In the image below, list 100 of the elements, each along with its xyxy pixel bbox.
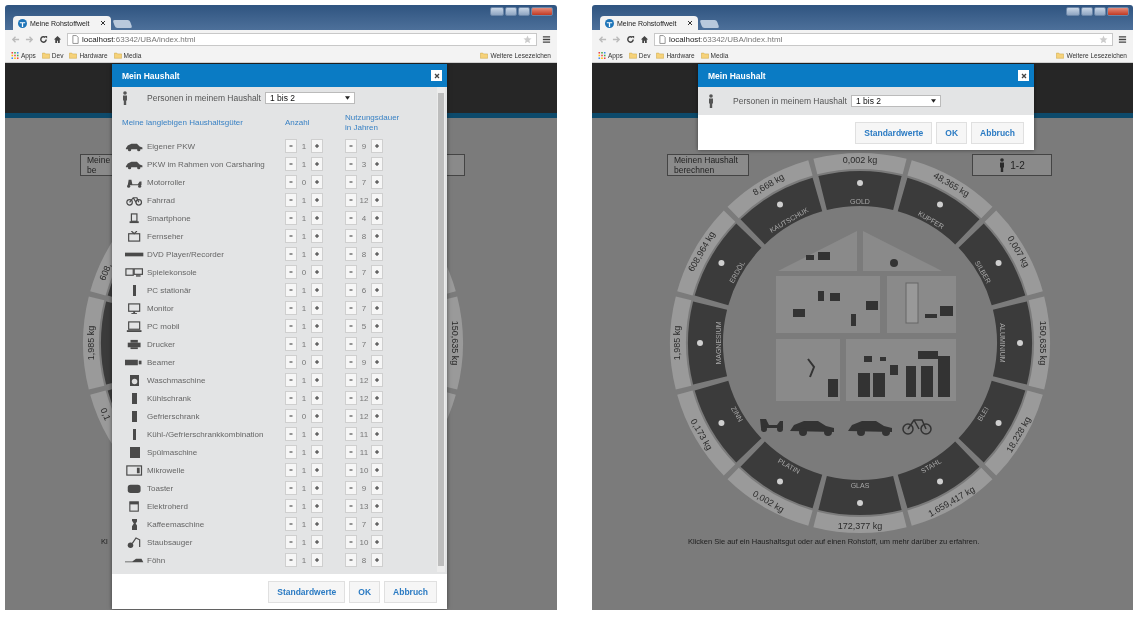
decrement-button[interactable] <box>285 229 297 243</box>
increment-button[interactable] <box>371 409 383 423</box>
increment-button[interactable] <box>311 409 323 423</box>
value-band-segment[interactable] <box>813 153 907 175</box>
material-band-segment[interactable] <box>818 475 902 515</box>
close-icon[interactable] <box>687 20 693 26</box>
decrement-button[interactable] <box>285 247 297 261</box>
decrement-button[interactable] <box>345 157 357 171</box>
increment-button[interactable] <box>311 301 323 315</box>
increment-button[interactable] <box>371 211 383 225</box>
decrement-button[interactable] <box>285 211 297 225</box>
minimize-button[interactable] <box>505 7 517 16</box>
increment-button[interactable] <box>371 499 383 513</box>
room-drawing[interactable] <box>776 276 880 333</box>
increment-button[interactable] <box>311 229 323 243</box>
decrement-button[interactable] <box>345 427 357 441</box>
decrement-button[interactable] <box>345 247 357 261</box>
maximize-button[interactable] <box>1094 7 1106 16</box>
increment-button[interactable] <box>311 175 323 189</box>
maximize-button[interactable] <box>518 7 530 16</box>
new-tab-button[interactable] <box>112 20 133 28</box>
decrement-button[interactable] <box>345 463 357 477</box>
decrement-button[interactable] <box>285 355 297 369</box>
decrement-button[interactable] <box>345 193 357 207</box>
value-band-segment[interactable] <box>83 296 105 390</box>
increment-button[interactable] <box>371 319 383 333</box>
decrement-button[interactable] <box>285 463 297 477</box>
reload-icon[interactable] <box>39 34 48 44</box>
room-drawing[interactable] <box>776 339 840 401</box>
dialog-button[interactable]: Standardwerte <box>268 580 346 603</box>
increment-button[interactable] <box>311 283 323 297</box>
decrement-button[interactable] <box>345 211 357 225</box>
dot-icon[interactable] <box>718 260 725 266</box>
scrollbar[interactable] <box>437 87 445 572</box>
decrement-button[interactable] <box>345 517 357 531</box>
increment-button[interactable] <box>371 265 383 279</box>
roof-drawing[interactable] <box>778 231 942 271</box>
increment-button[interactable] <box>311 535 323 549</box>
decrement-button[interactable] <box>285 283 297 297</box>
material-band-segment[interactable] <box>958 223 1026 306</box>
decrement-button[interactable] <box>285 553 297 567</box>
decrement-button[interactable] <box>345 319 357 333</box>
increment-button[interactable] <box>311 499 323 513</box>
decrement-button[interactable] <box>345 229 357 243</box>
increment-button[interactable] <box>311 373 323 387</box>
increment-button[interactable] <box>371 535 383 549</box>
material-band-segment[interactable] <box>992 301 1032 385</box>
close-button[interactable] <box>1018 70 1029 81</box>
scooter-icon[interactable] <box>760 419 783 432</box>
increment-button[interactable] <box>311 355 323 369</box>
dot-icon[interactable] <box>697 340 703 346</box>
dot-icon[interactable] <box>777 478 783 485</box>
dot-icon[interactable] <box>857 500 863 506</box>
decrement-button[interactable] <box>285 481 297 495</box>
decrement-button[interactable] <box>285 139 297 153</box>
decrement-button[interactable] <box>345 373 357 387</box>
car-icon[interactable] <box>790 421 834 436</box>
increment-button[interactable] <box>311 211 323 225</box>
room-drawing[interactable] <box>846 339 956 401</box>
dot-icon[interactable] <box>718 420 725 426</box>
reload-icon[interactable] <box>626 34 635 44</box>
decrement-button[interactable] <box>345 553 357 567</box>
address-bar[interactable]: localhost:63342/UBA/index.html <box>654 32 1113 46</box>
increment-button[interactable] <box>311 337 323 351</box>
increment-button[interactable] <box>311 445 323 459</box>
calculate-button[interactable]: Meinen Haushalt berechnen <box>667 154 749 176</box>
increment-button[interactable] <box>311 517 323 531</box>
decrement-button[interactable] <box>345 355 357 369</box>
increment-button[interactable] <box>311 247 323 261</box>
dialog-button[interactable]: Standardwerte <box>855 121 933 144</box>
increment-button[interactable] <box>311 139 323 153</box>
increment-button[interactable] <box>371 337 383 351</box>
decrement-button[interactable] <box>285 427 297 441</box>
dot-icon[interactable] <box>937 478 943 485</box>
increment-button[interactable] <box>371 283 383 297</box>
profile-button[interactable] <box>1066 7 1080 16</box>
decrement-button[interactable] <box>285 301 297 315</box>
persons-dropdown[interactable]: 1 bis 2 <box>265 92 355 104</box>
increment-button[interactable] <box>371 391 383 405</box>
increment-button[interactable] <box>371 355 383 369</box>
decrement-button[interactable] <box>285 265 297 279</box>
decrement-button[interactable] <box>345 481 357 495</box>
increment-button[interactable] <box>311 157 323 171</box>
increment-button[interactable] <box>371 301 383 315</box>
increment-button[interactable] <box>371 229 383 243</box>
increment-button[interactable] <box>311 265 323 279</box>
increment-button[interactable] <box>371 553 383 567</box>
dialog-button[interactable]: Abbruch <box>971 121 1024 144</box>
decrement-button[interactable] <box>345 445 357 459</box>
increment-button[interactable] <box>311 481 323 495</box>
menu-icon[interactable] <box>1118 34 1127 44</box>
increment-button[interactable] <box>311 391 323 405</box>
decrement-button[interactable] <box>345 535 357 549</box>
increment-button[interactable] <box>311 427 323 441</box>
decrement-button[interactable] <box>285 337 297 351</box>
address-bar[interactable]: localhost:63342/UBA/index.html <box>67 32 537 46</box>
material-band-segment[interactable] <box>740 177 823 245</box>
star-icon[interactable] <box>523 34 532 44</box>
decrement-button[interactable] <box>285 175 297 189</box>
bicycle-icon[interactable] <box>902 419 932 435</box>
